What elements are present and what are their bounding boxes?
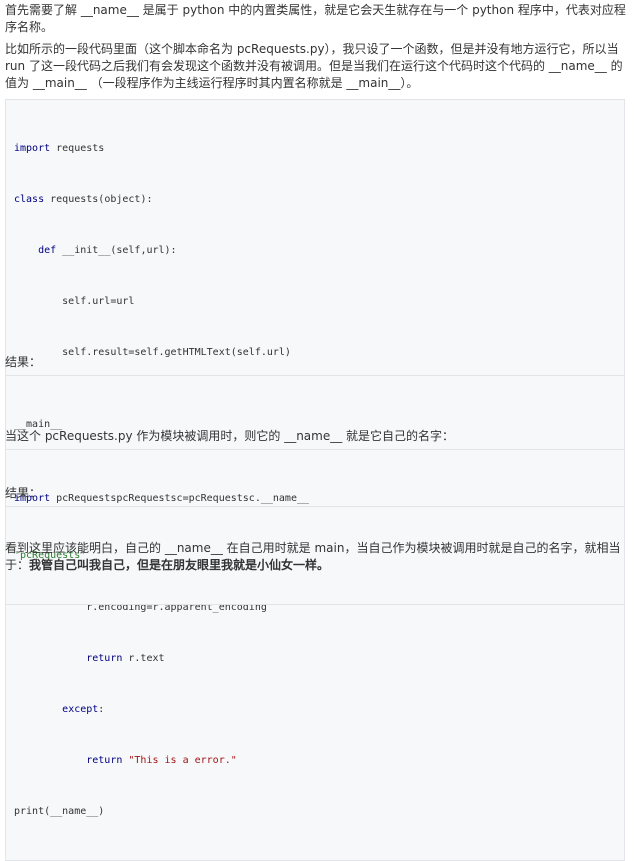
conclusion-paragraph: 看到这里应该能明白，自己的 __name__ 在自己用时就是 main，当自己作… [5,540,627,574]
code-line: self.url=url [14,293,616,310]
code-line: import requests [14,140,616,157]
code-token: return [86,653,123,664]
code-line: print(__name__) [14,803,616,820]
code-token: def [38,245,57,256]
article-body: 首先需要了解 __name__ 是属于 python 中的内置类属性，就是它会天… [0,0,634,861]
code-token: r.text [122,653,165,664]
conclusion-bold-text: 我管自己叫我自己，但是在朋友眼里我就是小仙女一样。 [29,558,330,572]
code-token: requests(object): [44,194,153,205]
code-line: class requests(object): [14,191,616,208]
result-label-1: 结果： [5,355,42,369]
module-call-paragraph: 当这个 pcRequests.py 作为模块被调用时，则它的 __name__ … [5,429,455,443]
code-token: : [98,704,105,715]
intro-paragraph: 首先需要了解 __name__ 是属于 python 中的内置类属性，就是它会天… [5,3,626,34]
code-token: "This is a error." [122,755,237,766]
code-line: except: [14,701,616,718]
code-token: requests [50,143,105,154]
code-token: import [14,143,51,154]
explanation-paragraph: 比如所示的一段代码里面（这个脚本命名为 pcRequests.py），我只设了一… [5,42,623,90]
code-token: class [14,194,45,205]
code-token: self.url=url [14,296,135,307]
code-token: print(__name__) [14,806,105,817]
code-line: return "This is a error." [14,752,616,769]
code-line: def __init__(self,url): [14,242,616,259]
code-token: return [86,755,123,766]
code-line: return r.text [14,650,616,667]
code-token: except [62,704,99,715]
code-token: __init__(self,url): [56,245,177,256]
result-label-2: 结果： [5,486,42,500]
